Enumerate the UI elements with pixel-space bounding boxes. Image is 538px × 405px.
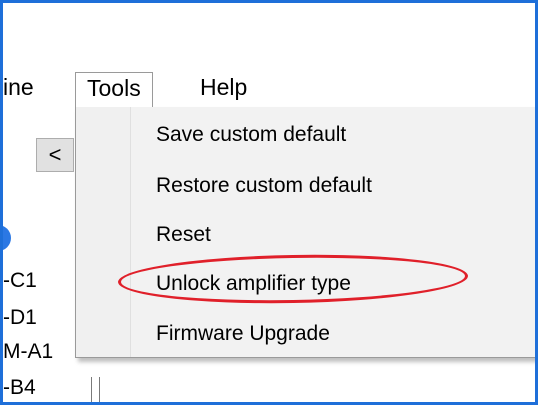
list-item[interactable]: -B4	[3, 375, 36, 401]
menu-item-partial[interactable]: ine	[3, 72, 34, 102]
previous-button[interactable]: <	[36, 138, 74, 172]
screenshot-frame: ine Tools Help < -C1 -D1 M-A1 -B4 Save c…	[0, 0, 538, 405]
menu-item-reset[interactable]: Reset	[156, 222, 211, 248]
divider	[91, 377, 92, 402]
tools-dropdown-menu: Save custom default Restore custom defau…	[75, 107, 535, 358]
list-item[interactable]: -D1	[3, 305, 37, 331]
menu-help[interactable]: Help	[200, 72, 247, 102]
menu-bar: ine Tools Help	[3, 61, 535, 107]
menu-item-restore-custom-default[interactable]: Restore custom default	[156, 173, 372, 199]
menu-icon-gutter	[76, 107, 131, 357]
divider	[99, 377, 100, 402]
menu-item-unlock-amplifier-type[interactable]: Unlock amplifier type	[156, 271, 351, 297]
list-item[interactable]: M-A1	[3, 339, 53, 365]
menu-item-save-custom-default[interactable]: Save custom default	[156, 122, 346, 148]
list-item[interactable]: -C1	[3, 268, 37, 294]
blue-circle-icon	[3, 225, 11, 251]
menu-tools[interactable]: Tools	[75, 72, 153, 107]
menu-item-firmware-upgrade[interactable]: Firmware Upgrade	[156, 321, 330, 347]
